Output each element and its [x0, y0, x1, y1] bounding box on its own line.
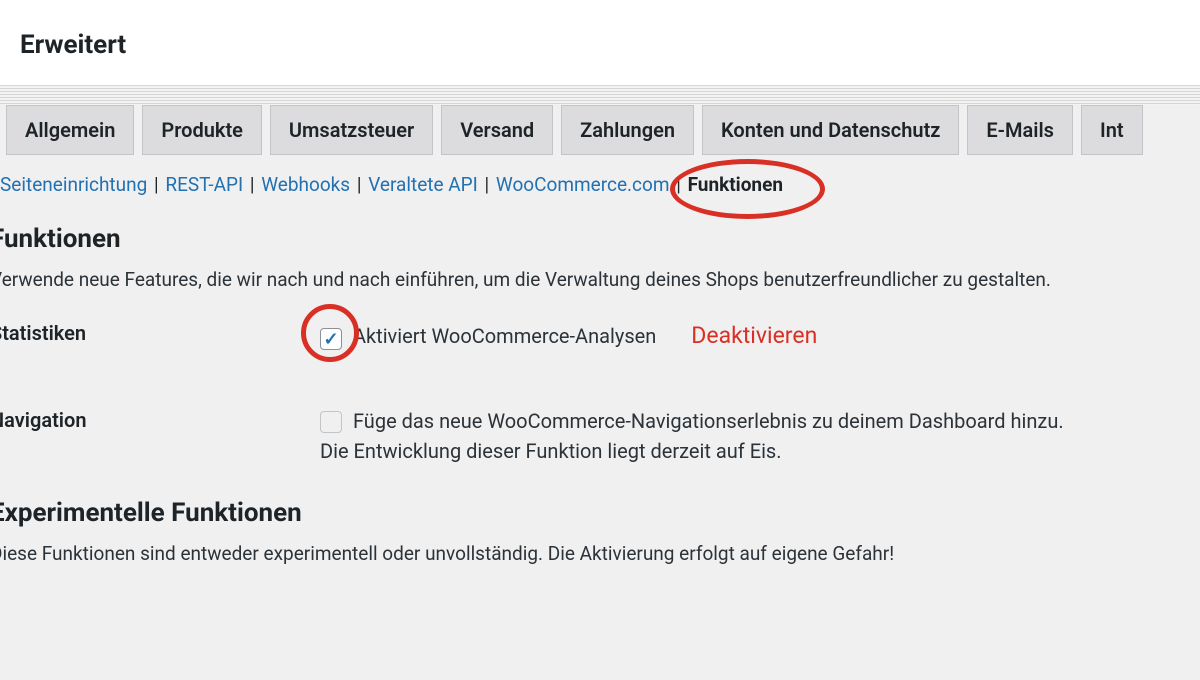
tab-konten-datenschutz[interactable]: Konten und Datenschutz [702, 105, 959, 155]
subnav-veraltete-api[interactable]: Veraltete API [368, 173, 478, 196]
checkbox-navigation[interactable] [320, 411, 342, 433]
checkbox-analytics[interactable] [320, 328, 342, 350]
tab-emails[interactable]: E-Mails [967, 105, 1073, 155]
subnav-webhooks[interactable]: Webhooks [261, 173, 350, 196]
section-title-funktionen: Funktionen [0, 224, 1200, 254]
section-description-experimentelle: Diese Funktionen sind entweder experimen… [0, 542, 1200, 565]
subnav-rest-api[interactable]: REST-API [165, 173, 243, 196]
tab-produkte[interactable]: Produkte [142, 105, 262, 155]
tab-integration[interactable]: Int [1081, 105, 1143, 155]
section-title-experimentelle: Experimentelle Funktionen [0, 498, 1200, 528]
subnav-seiteneinrichtung[interactable]: Seiteneinrichtung [0, 173, 147, 196]
checkbox-label-navigation: Füge das neue WooCommerce-Navigationserl… [320, 409, 1064, 463]
page-title: Erweitert [20, 30, 1200, 60]
section-description: Verwende neue Features, die wir nach und… [0, 268, 1200, 291]
tab-umsatzsteuer[interactable]: Umsatzsteuer [270, 105, 433, 155]
separator: | [154, 173, 163, 196]
label-navigation: Navigation [0, 406, 320, 432]
subnav-woocommerce-com[interactable]: WooCommerce.com [496, 173, 670, 196]
label-statistiken: Statistiken [0, 319, 320, 345]
separator: | [250, 173, 259, 196]
separator: | [485, 173, 494, 196]
tab-zahlungen[interactable]: Zahlungen [561, 105, 694, 155]
settings-tabs: Allgemein Produkte Umsatzsteuer Versand … [0, 105, 1200, 155]
separator: | [357, 173, 366, 196]
decorative-border [0, 85, 1200, 105]
subnav: Seiteneinrichtung | REST-API | Webhooks … [0, 155, 1200, 214]
annotation-deaktivieren: Deaktivieren [691, 322, 817, 349]
tab-versand[interactable]: Versand [441, 105, 553, 155]
tab-allgemein[interactable]: Allgemein [6, 105, 134, 155]
separator: | [676, 173, 685, 196]
subnav-funktionen-active[interactable]: Funktionen [688, 173, 783, 196]
checkbox-label-analytics: Aktiviert WooCommerce-Analysen [353, 324, 656, 348]
